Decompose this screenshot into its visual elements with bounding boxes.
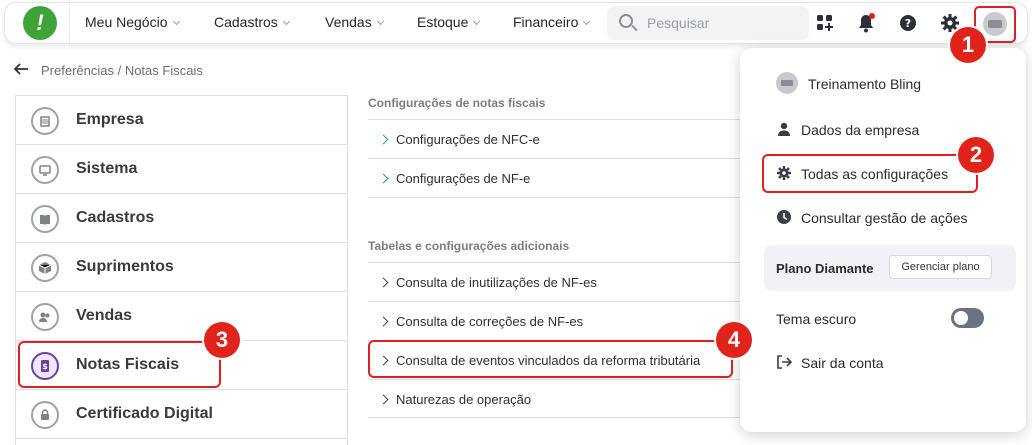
callout-3: 3 bbox=[204, 322, 240, 358]
sidebar-item-cadastros[interactable]: Cadastros bbox=[16, 194, 347, 243]
dark-theme-label: Tema escuro bbox=[776, 311, 857, 327]
nav-label: Estoque bbox=[417, 14, 469, 30]
settings-sidebar: Empresa Sistema Cadastros Suprimentos Ve… bbox=[15, 95, 348, 445]
chevron-down-icon bbox=[583, 17, 591, 26]
menu-item-label: Sair da conta bbox=[801, 355, 884, 371]
chevron-right-icon bbox=[378, 316, 389, 327]
sidebar-item-label: Cadastros bbox=[76, 209, 155, 226]
section-title-notas: Configurações de notas fiscais bbox=[368, 96, 546, 110]
avatar bbox=[776, 72, 798, 94]
row-label: Naturezas de operação bbox=[396, 392, 532, 407]
menu-item-label: Dados da empresa bbox=[801, 122, 920, 138]
menu-logout[interactable]: Sair da conta bbox=[740, 347, 1026, 377]
bling-logo[interactable]: ! bbox=[23, 6, 57, 40]
account-name: Treinamento Bling bbox=[808, 76, 922, 92]
menu-actions-log[interactable]: Consultar gestão de ações bbox=[740, 202, 1026, 232]
search-placeholder: Pesquisar bbox=[647, 15, 710, 31]
row-label: Consulta de correções de NF-es bbox=[396, 314, 584, 329]
sidebar-item-label: Empresa bbox=[76, 111, 144, 128]
sidebar-item-certificado-digital[interactable]: Certificado Digital bbox=[16, 390, 347, 439]
building-icon bbox=[31, 107, 59, 135]
row-label: Configurações de NF-e bbox=[396, 171, 531, 186]
handshake-icon bbox=[31, 303, 59, 331]
search-icon bbox=[619, 14, 633, 28]
box-icon bbox=[31, 254, 59, 282]
chevron-down-icon bbox=[473, 17, 481, 26]
callout-1: 1 bbox=[950, 27, 986, 63]
callout-4: 4 bbox=[716, 322, 752, 358]
sidebar-item-sistema[interactable]: Sistema bbox=[16, 145, 347, 194]
sidebar-item-suprimentos[interactable]: Suprimentos bbox=[16, 243, 347, 292]
plan-box: Plano Diamante Gerenciar plano bbox=[764, 245, 1016, 291]
book-icon bbox=[31, 205, 59, 233]
monitor-icon bbox=[31, 156, 59, 184]
bell-icon[interactable] bbox=[855, 12, 877, 34]
chevron-right-icon bbox=[378, 277, 389, 288]
apps-icon[interactable] bbox=[814, 12, 836, 34]
user-icon bbox=[778, 122, 790, 136]
nav-financeiro[interactable]: Financeiro bbox=[513, 14, 591, 30]
sidebar-item-label: Certificado Digital bbox=[76, 405, 213, 422]
highlight-eventos-reforma bbox=[368, 340, 733, 378]
manage-plan-button[interactable]: Gerenciar plano bbox=[889, 255, 992, 279]
search-input[interactable]: Pesquisar bbox=[607, 6, 809, 40]
clock-icon bbox=[777, 210, 791, 224]
chevron-down-icon bbox=[282, 17, 290, 26]
sidebar-item-empresa[interactable]: Empresa bbox=[16, 96, 347, 145]
chevron-down-icon bbox=[376, 17, 384, 26]
lock-icon bbox=[31, 401, 59, 429]
highlight-notas-fiscais bbox=[18, 341, 221, 388]
nav-label: Vendas bbox=[325, 14, 372, 30]
chevron-right-icon bbox=[378, 134, 389, 145]
nav-label: Meu Negócio bbox=[85, 14, 168, 30]
row-label: Consulta de inutilizações de NF-es bbox=[396, 275, 597, 290]
chevron-right-icon bbox=[378, 394, 389, 405]
help-icon[interactable]: ? bbox=[897, 12, 919, 34]
sidebar-item-label: Sistema bbox=[76, 160, 138, 177]
dark-theme-toggle[interactable] bbox=[951, 308, 984, 328]
svg-text:?: ? bbox=[905, 17, 911, 30]
section-title-tabelas: Tabelas e configurações adicionais bbox=[368, 239, 570, 253]
nav-label: Financeiro bbox=[513, 14, 579, 30]
chevron-right-icon bbox=[378, 173, 389, 184]
nav-vendas[interactable]: Vendas bbox=[325, 14, 384, 30]
chevron-down-icon bbox=[172, 17, 180, 26]
account-dropdown: Treinamento Bling Dados da empresa Todas… bbox=[740, 48, 1026, 432]
logout-icon bbox=[777, 355, 792, 369]
nav-meu-negocio[interactable]: Meu Negócio bbox=[85, 14, 180, 30]
nav-estoque[interactable]: Estoque bbox=[417, 14, 481, 30]
row-label: Configurações de NFC-e bbox=[396, 132, 540, 147]
breadcrumb: Preferências / Notas Fiscais bbox=[41, 63, 203, 78]
menu-account[interactable]: Treinamento Bling bbox=[740, 68, 1026, 98]
nav-cadastros[interactable]: Cadastros bbox=[214, 14, 290, 30]
sidebar-item-vendas[interactable]: Vendas bbox=[16, 292, 347, 341]
plan-name: Plano Diamante bbox=[776, 261, 874, 276]
top-bar: ! Meu Negócio Cadastros Vendas Estoque F… bbox=[4, 2, 1028, 45]
back-arrow-icon[interactable] bbox=[13, 62, 29, 76]
sidebar-item-label: Suprimentos bbox=[76, 258, 174, 275]
callout-2: 2 bbox=[958, 137, 994, 173]
logo-divider bbox=[69, 3, 70, 45]
sidebar-item-label: Vendas bbox=[76, 307, 133, 324]
highlight-all-settings bbox=[762, 154, 978, 193]
avatar bbox=[983, 12, 1007, 36]
menu-item-label: Consultar gestão de ações bbox=[801, 210, 968, 226]
nav-label: Cadastros bbox=[214, 14, 278, 30]
